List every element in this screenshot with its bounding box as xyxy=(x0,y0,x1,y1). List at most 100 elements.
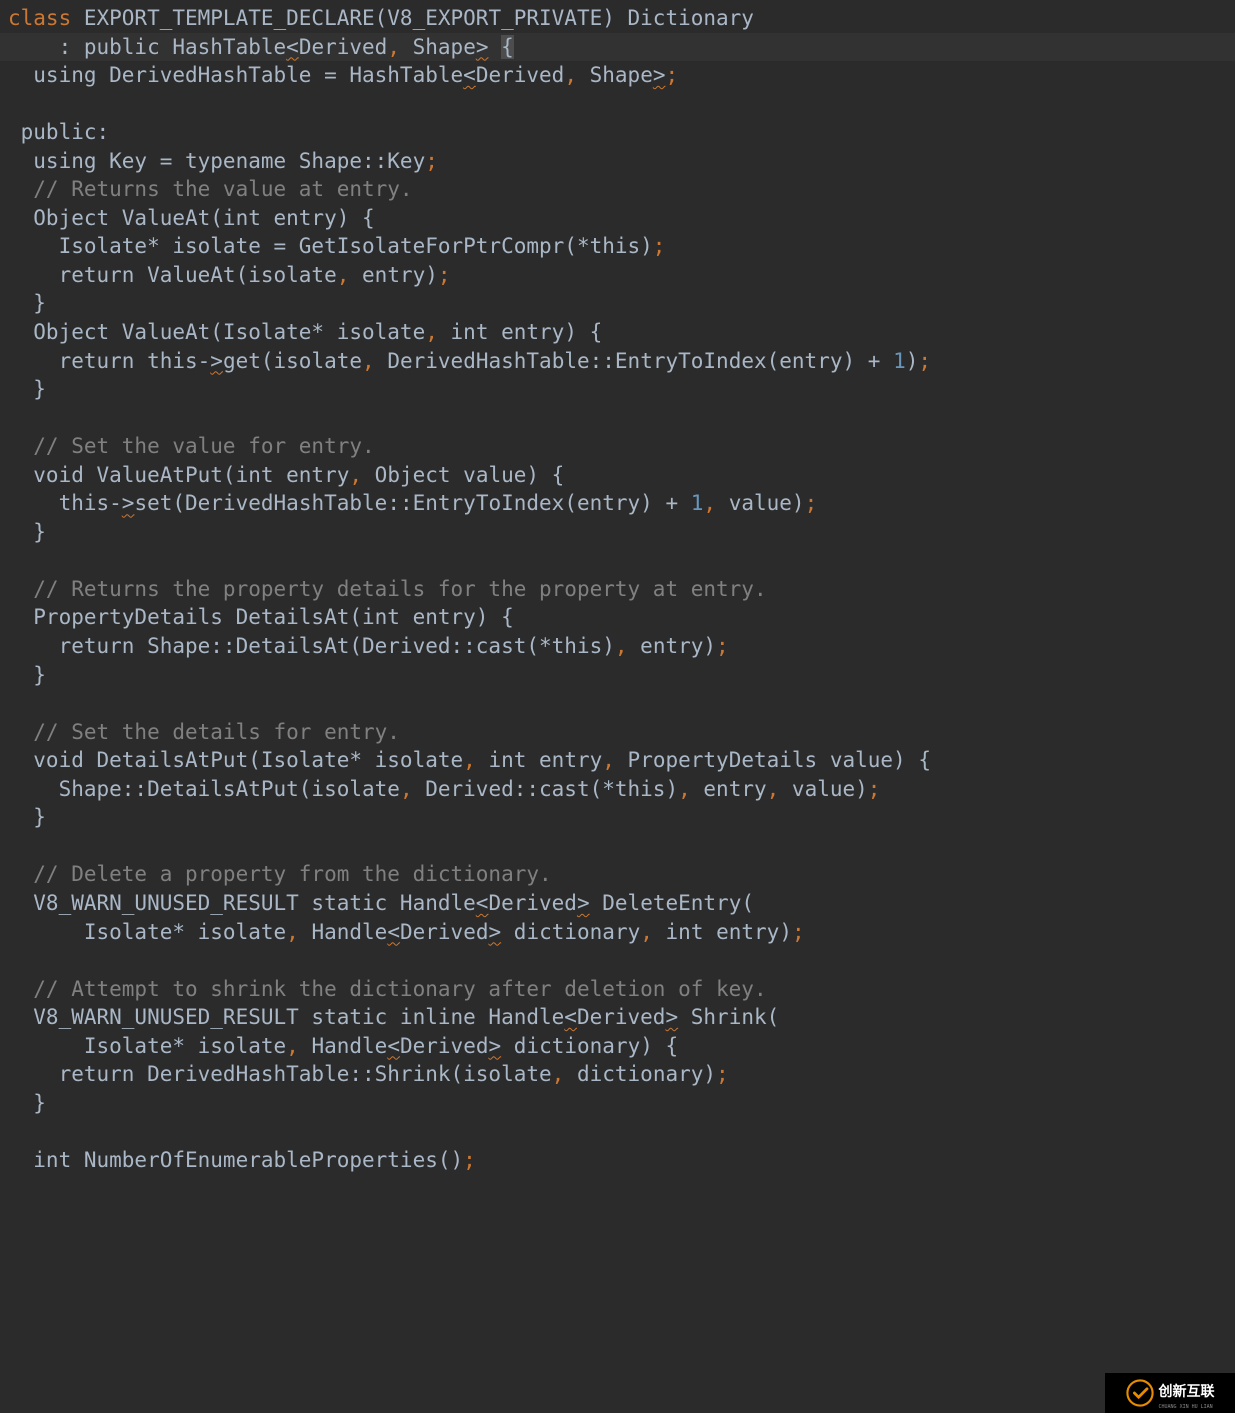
code-token: using DerivedHashTable = HashTable xyxy=(8,63,463,87)
code-token: // Returns the value at entry. xyxy=(8,177,413,201)
code-token: ; xyxy=(463,1148,476,1172)
code-token: get(isolate xyxy=(223,349,362,373)
code-token: EXPORT_TEMPLATE_DECLARE(V8_EXPORT_PRIVAT… xyxy=(84,6,754,30)
watermark-logo-area: 创新互联 CHUANG XIN HU LIAN xyxy=(1105,1373,1235,1413)
code-token: return Shape::DetailsAt(Derived::cast(*t… xyxy=(8,634,615,658)
code-line[interactable]: Object ValueAt(Isolate* isolate, int ent… xyxy=(8,318,1227,347)
code-token: } xyxy=(8,1091,46,1115)
code-line[interactable]: Shape::DetailsAtPut(isolate, Derived::ca… xyxy=(8,775,1227,804)
code-line[interactable]: V8_WARN_UNUSED_RESULT static inline Hand… xyxy=(8,1003,1227,1032)
code-line[interactable]: using Key = typename Shape::Key; xyxy=(8,147,1227,176)
code-token: set(DerivedHashTable::EntryToIndex(entry… xyxy=(134,491,690,515)
code-token: ; xyxy=(918,349,931,373)
code-token: , xyxy=(400,777,413,801)
code-line[interactable]: Isolate* isolate, Handle<Derived> dictio… xyxy=(8,918,1227,947)
code-token xyxy=(489,35,502,59)
code-line[interactable]: return this->get(isolate, DerivedHashTab… xyxy=(8,347,1227,376)
code-token: Derived xyxy=(577,1005,666,1029)
code-line[interactable] xyxy=(8,689,1227,718)
code-token: PropertyDetails DetailsAt(int entry) { xyxy=(8,605,514,629)
code-line[interactable]: : public HashTable<Derived, Shape> { xyxy=(0,33,1235,62)
code-line[interactable] xyxy=(8,946,1227,975)
code-token: Object value) { xyxy=(362,463,564,487)
code-line[interactable]: Object ValueAt(int entry) { xyxy=(8,204,1227,233)
code-token: , xyxy=(602,748,615,772)
code-token: > xyxy=(210,349,223,373)
code-line[interactable]: V8_WARN_UNUSED_RESULT static Handle<Deri… xyxy=(8,889,1227,918)
code-token: Handle xyxy=(299,920,388,944)
watermark-sub-text: CHUANG XIN HU LIAN xyxy=(1159,1404,1215,1411)
code-token: this- xyxy=(8,491,122,515)
code-token: Isolate* isolate xyxy=(8,1034,286,1058)
code-token: entry) xyxy=(349,263,438,287)
code-line[interactable]: // Set the value for entry. xyxy=(8,432,1227,461)
code-token: { xyxy=(501,35,514,59)
code-token: > xyxy=(489,1034,502,1058)
code-token: int entry xyxy=(476,748,602,772)
code-token: > xyxy=(489,920,502,944)
code-line[interactable]: return ValueAt(isolate, entry); xyxy=(8,261,1227,290)
code-token: void ValueAtPut(int entry xyxy=(8,463,349,487)
code-line[interactable]: // Set the details for entry. xyxy=(8,718,1227,747)
code-line[interactable]: class EXPORT_TEMPLATE_DECLARE(V8_EXPORT_… xyxy=(8,4,1227,33)
code-token: } xyxy=(8,520,46,544)
code-line[interactable]: int NumberOfEnumerableProperties(); xyxy=(8,1146,1227,1175)
code-token: , xyxy=(362,349,375,373)
code-token: using Key = typename Shape::Key xyxy=(8,149,425,173)
code-line[interactable]: } xyxy=(8,1089,1227,1118)
code-token: Shrink( xyxy=(678,1005,779,1029)
code-line[interactable]: void DetailsAtPut(Isolate* isolate, int … xyxy=(8,746,1227,775)
code-token: return ValueAt(isolate xyxy=(8,263,337,287)
code-token: , xyxy=(640,920,653,944)
code-token: } xyxy=(8,291,46,315)
code-line[interactable]: this->set(DerivedHashTable::EntryToIndex… xyxy=(8,489,1227,518)
code-token: V8_WARN_UNUSED_RESULT static Handle xyxy=(8,891,476,915)
watermark-text-block: 创新互联 CHUANG XIN HU LIAN xyxy=(1159,1375,1215,1410)
code-line[interactable] xyxy=(8,404,1227,433)
code-line[interactable]: Isolate* isolate = GetIsolateForPtrCompr… xyxy=(8,232,1227,261)
code-token: ; xyxy=(653,234,666,258)
code-line[interactable] xyxy=(8,90,1227,119)
code-token: ; xyxy=(425,149,438,173)
code-line[interactable]: } xyxy=(8,289,1227,318)
code-line[interactable]: void ValueAtPut(int entry, Object value)… xyxy=(8,461,1227,490)
code-token: Derived xyxy=(476,63,565,87)
code-token: entry) xyxy=(628,634,717,658)
code-editor[interactable]: class EXPORT_TEMPLATE_DECLARE(V8_EXPORT_… xyxy=(8,4,1227,1174)
code-token: Shape::DetailsAtPut(isolate xyxy=(8,777,400,801)
code-token: , xyxy=(286,1034,299,1058)
code-line[interactable]: } xyxy=(8,803,1227,832)
code-line[interactable]: using DerivedHashTable = HashTable<Deriv… xyxy=(8,61,1227,90)
code-token: ; xyxy=(716,1062,729,1086)
code-token: ; xyxy=(805,491,818,515)
code-line[interactable] xyxy=(8,832,1227,861)
code-token: Derived xyxy=(488,891,577,915)
code-line[interactable]: } xyxy=(8,375,1227,404)
code-token: ; xyxy=(792,920,805,944)
code-line[interactable]: // Delete a property from the dictionary… xyxy=(8,860,1227,889)
code-line[interactable]: // Returns the property details for the … xyxy=(8,575,1227,604)
code-token: Derived xyxy=(400,920,489,944)
code-token: > xyxy=(476,35,489,59)
code-line[interactable]: PropertyDetails DetailsAt(int entry) { xyxy=(8,603,1227,632)
code-token: DeleteEntry( xyxy=(590,891,754,915)
code-line[interactable]: Isolate* isolate, Handle<Derived> dictio… xyxy=(8,1032,1227,1061)
code-line[interactable]: public: xyxy=(8,118,1227,147)
code-token: ; xyxy=(666,63,679,87)
code-line[interactable]: // Attempt to shrink the dictionary afte… xyxy=(8,975,1227,1004)
code-line[interactable] xyxy=(8,546,1227,575)
code-token: : public HashTable xyxy=(8,35,286,59)
code-line[interactable] xyxy=(8,1117,1227,1146)
code-token: Object ValueAt(int entry) { xyxy=(8,206,375,230)
code-token: } xyxy=(8,377,46,401)
code-token: // Set the value for entry. xyxy=(8,434,375,458)
code-token: , xyxy=(425,320,438,344)
code-line[interactable]: } xyxy=(8,661,1227,690)
code-line[interactable]: } xyxy=(8,518,1227,547)
code-token: } xyxy=(8,805,46,829)
code-line[interactable]: return Shape::DetailsAt(Derived::cast(*t… xyxy=(8,632,1227,661)
code-token: class xyxy=(8,6,84,30)
code-line[interactable]: return DerivedHashTable::Shrink(isolate,… xyxy=(8,1060,1227,1089)
code-line[interactable]: // Returns the value at entry. xyxy=(8,175,1227,204)
code-token: > xyxy=(122,491,135,515)
